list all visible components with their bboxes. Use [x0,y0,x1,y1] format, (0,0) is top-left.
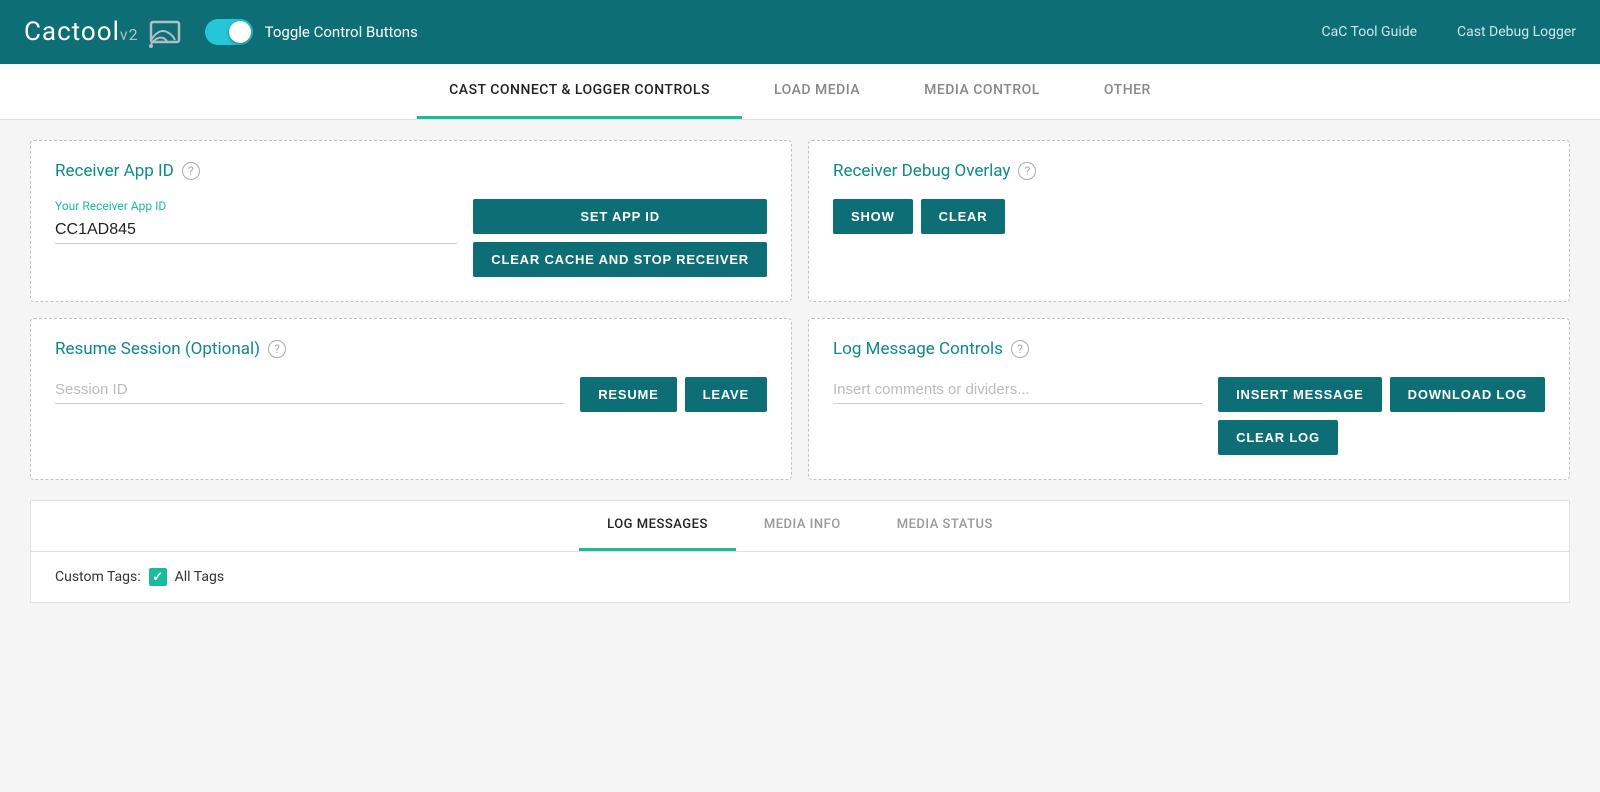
all-tags-checkbox[interactable] [149,568,167,586]
resume-button[interactable]: RESUME [580,377,676,412]
header-nav: CaC Tool Guide Cast Debug Logger [1322,24,1577,40]
cac-tool-guide-link[interactable]: CaC Tool Guide [1322,24,1418,40]
log-section: LOG MESSAGES MEDIA INFO MEDIA STATUS Cus… [30,500,1570,603]
main-content: Receiver App ID ? Your Receiver App ID S… [0,120,1600,623]
toggle-area[interactable]: Toggle Control Buttons [205,19,418,45]
bottom-tab-log-messages[interactable]: LOG MESSAGES [579,501,736,551]
main-tabs: CAST CONNECT & LOGGER CONTROLS LOAD MEDI… [0,64,1600,120]
clear-overlay-button[interactable]: CLEAR [921,199,1006,234]
receiver-debug-overlay-label: Receiver Debug Overlay [833,161,1010,181]
receiver-app-id-title: Receiver App ID ? [55,161,767,181]
log-message-controls-title: Log Message Controls ? [833,339,1545,359]
receiver-app-id-sublabel: Your Receiver App ID [55,199,457,213]
app-header: Cactoolv2 Toggle Control Buttons CaC Too… [0,0,1600,64]
receiver-app-id-input-group: Your Receiver App ID [55,199,457,244]
receiver-app-id-input[interactable] [55,217,457,244]
clear-log-button[interactable]: CLEAR LOG [1218,420,1338,455]
tab-cast-connect[interactable]: CAST CONNECT & LOGGER CONTROLS [417,64,742,119]
log-message-controls-card: Log Message Controls ? INSERT MESSAGE DO… [808,318,1570,480]
toggle-thumb [229,21,251,43]
resume-session-label: Resume Session (Optional) [55,339,260,359]
bottom-tabs: LOG MESSAGES MEDIA INFO MEDIA STATUS [31,501,1569,552]
log-message-input[interactable] [833,377,1202,404]
receiver-app-id-body: Your Receiver App ID SET APP ID CLEAR CA… [55,199,767,277]
session-id-input-group [55,377,564,404]
logo-text: Cactoolv2 [24,17,139,47]
cast-debug-logger-link[interactable]: Cast Debug Logger [1457,24,1576,40]
logo-area: Cactoolv2 [24,14,185,50]
receiver-debug-overlay-body: SHOW CLEAR [833,199,1545,234]
set-app-id-button[interactable]: SET APP ID [473,199,767,234]
receiver-app-id-card: Receiver App ID ? Your Receiver App ID S… [30,140,792,302]
toggle-label: Toggle Control Buttons [265,23,418,41]
resume-session-help-icon[interactable]: ? [268,340,286,358]
resume-session-title: Resume Session (Optional) ? [55,339,767,359]
receiver-debug-overlay-title: Receiver Debug Overlay ? [833,161,1545,181]
leave-button[interactable]: LEAVE [685,377,767,412]
custom-tags-row: Custom Tags: All Tags [31,552,1569,602]
show-overlay-button[interactable]: SHOW [833,199,913,234]
download-log-button[interactable]: DOWNLOAD LOG [1390,377,1545,412]
toggle-track [205,19,253,45]
log-message-controls-help-icon[interactable]: ? [1011,340,1029,358]
session-id-input[interactable] [55,377,564,404]
log-message-controls-label: Log Message Controls [833,339,1003,359]
resume-session-body: RESUME LEAVE [55,377,767,412]
receiver-app-id-help-icon[interactable]: ? [182,162,200,180]
log-message-controls-body: INSERT MESSAGE DOWNLOAD LOG CLEAR LOG [833,377,1545,455]
tab-media-control[interactable]: MEDIA CONTROL [892,64,1072,119]
log-message-input-group [833,377,1202,404]
logo-version: v2 [120,25,139,44]
receiver-app-id-label: Receiver App ID [55,161,174,181]
bottom-tab-media-info[interactable]: MEDIA INFO [736,501,869,551]
tab-other[interactable]: OTHER [1072,64,1183,119]
clear-cache-stop-receiver-button[interactable]: CLEAR CACHE AND STOP RECEIVER [473,242,767,277]
logo-name: Cactool [24,17,120,47]
resume-session-buttons: RESUME LEAVE [580,377,767,412]
tab-load-media[interactable]: LOAD MEDIA [742,64,892,119]
receiver-app-id-buttons: SET APP ID CLEAR CACHE AND STOP RECEIVER [473,199,767,277]
insert-message-button[interactable]: INSERT MESSAGE [1218,377,1382,412]
debug-overlay-buttons: SHOW CLEAR [833,199,1005,234]
receiver-debug-overlay-card: Receiver Debug Overlay ? SHOW CLEAR [808,140,1570,302]
bottom-tab-media-status[interactable]: MEDIA STATUS [869,501,1021,551]
all-tags-label: All Tags [175,569,224,585]
toggle-control-buttons-switch[interactable] [205,19,253,45]
cast-icon [149,14,185,50]
receiver-debug-overlay-help-icon[interactable]: ? [1018,162,1036,180]
resume-session-card: Resume Session (Optional) ? RESUME LEAVE [30,318,792,480]
custom-tags-label: Custom Tags: [55,569,141,585]
card-grid: Receiver App ID ? Your Receiver App ID S… [30,140,1570,480]
log-message-buttons: INSERT MESSAGE DOWNLOAD LOG CLEAR LOG [1218,377,1545,455]
